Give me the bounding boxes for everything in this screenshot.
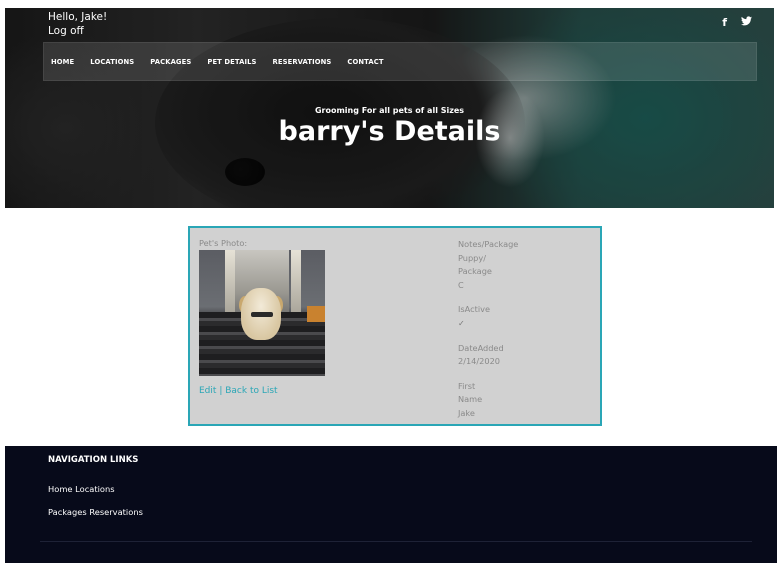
nav-home[interactable]: HOME (51, 58, 74, 66)
nav-pet-details[interactable]: PET DETAILS (207, 58, 256, 66)
footer-link-packages-reservations[interactable]: Packages Reservations (48, 507, 143, 517)
footer-divider (40, 541, 752, 542)
hero-subtitle: Grooming For all pets of all Sizes (314, 106, 465, 115)
edit-link[interactable]: Edit (199, 386, 216, 396)
main-nav: HOME LOCATIONS PACKAGES PET DETAILS RESE… (43, 42, 757, 81)
footer-links-row-2: Packages Reservations (48, 507, 143, 517)
user-greeting: Hello, Jake! Log off (48, 10, 107, 38)
link-separator: | (219, 386, 223, 396)
firstname-label-line2: Name (458, 394, 483, 405)
site-footer: NAVIGATION LINKS Home Locations Packages… (5, 446, 777, 563)
nav-locations[interactable]: LOCATIONS (90, 58, 134, 66)
nav-reservations[interactable]: RESERVATIONS (273, 58, 332, 66)
footer-link-home-locations[interactable]: Home Locations (48, 484, 115, 494)
logoff-link[interactable]: Log off (48, 24, 107, 38)
dateadded-label: DateAdded (458, 342, 504, 353)
nav-contact[interactable]: CONTACT (347, 58, 383, 66)
nav-packages[interactable]: PACKAGES (150, 58, 191, 66)
page-title: barry's Details (278, 116, 501, 147)
pet-photo (199, 250, 325, 376)
social-links: f (722, 16, 752, 29)
card-links: Edit | Back to List (199, 386, 278, 396)
twitter-icon[interactable] (741, 16, 752, 29)
facebook-icon[interactable]: f (722, 16, 727, 29)
twitter-bird-icon (741, 16, 752, 26)
details-list: Notes/Package Puppy/ Package C IsActive … (458, 238, 578, 432)
notes-value-line3: C (458, 279, 464, 290)
footer-heading: NAVIGATION LINKS (48, 455, 139, 465)
pet-details-card: Pet's Photo: Edit | Back to List Notes/P… (188, 226, 602, 426)
photo-label: Pet's Photo: (199, 238, 248, 248)
notes-label: Notes/Package (458, 239, 519, 249)
firstname-label-line1: First (458, 380, 476, 391)
greeting-text: Hello, Jake! (48, 11, 108, 23)
notes-value-line2: Package (458, 266, 492, 277)
hero-banner: Hello, Jake! Log off f HOME LOCATIONS PA… (5, 8, 774, 208)
back-to-list-link[interactable]: Back to List (225, 386, 277, 396)
isactive-label: IsActive (458, 304, 491, 315)
footer-links-row-1: Home Locations (48, 484, 115, 494)
notes-value-line1: Puppy/ (458, 252, 486, 263)
dateadded-value: 2/14/2020 (458, 356, 500, 367)
firstname-value: Jake (458, 407, 475, 418)
isactive-checkmark-icon: ✓ (458, 318, 465, 328)
